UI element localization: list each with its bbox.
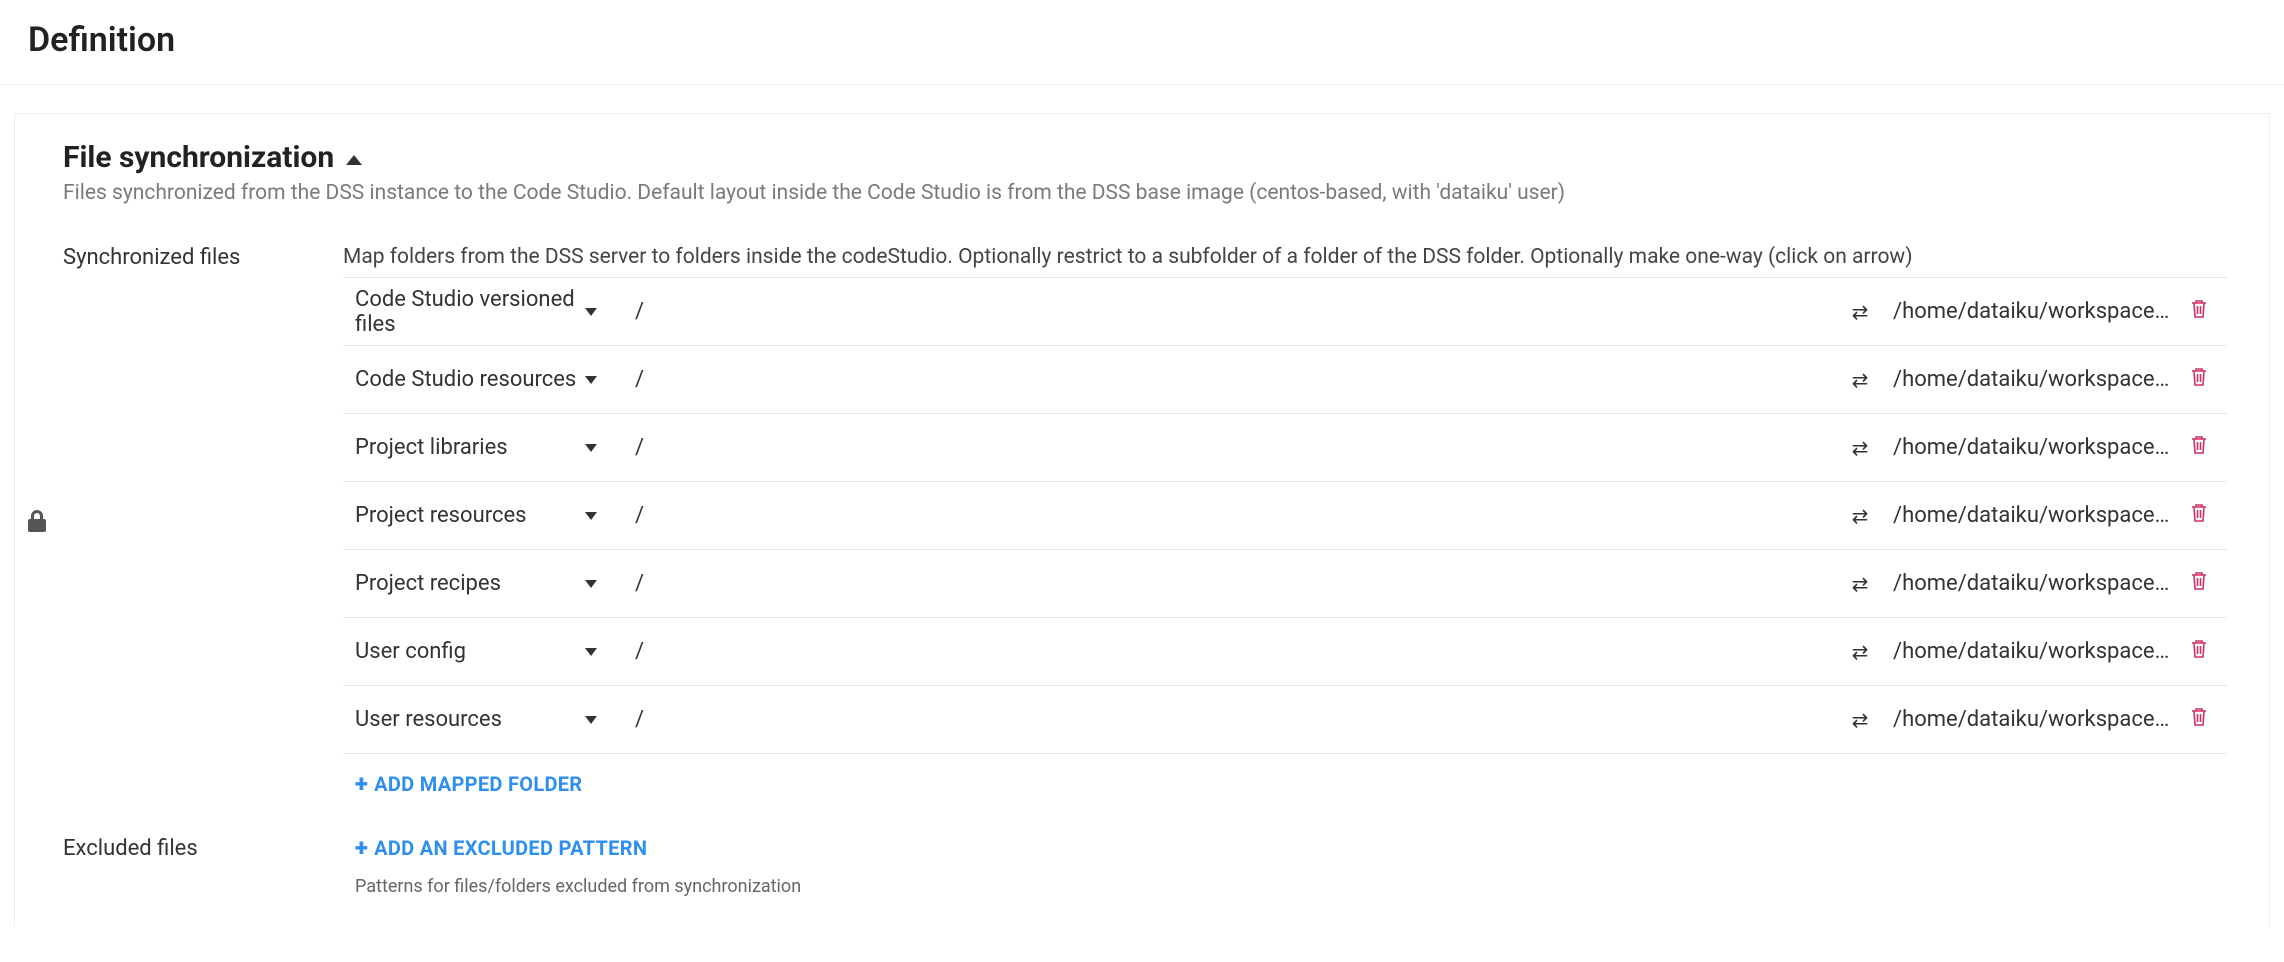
swap-arrows-icon: ⇄ [1852, 300, 1869, 324]
sync-files-helper: Map folders from the DSS server to folde… [343, 245, 2227, 269]
mapped-folder-row: Code Studio resources ⇄ [343, 346, 2227, 414]
source-folder-label: User resources [355, 707, 502, 732]
sync-direction-toggle[interactable]: ⇄ [1835, 436, 1885, 460]
source-folder-select[interactable]: Code Studio versioned files [355, 287, 625, 337]
add-excluded-pattern-button[interactable]: + ADD AN EXCLUDED PATTERN [343, 836, 659, 866]
source-folder-label: Project recipes [355, 571, 501, 596]
caret-down-icon [585, 376, 597, 384]
source-folder-label: Project libraries [355, 435, 508, 460]
source-folder-select[interactable]: Code Studio resources [355, 367, 625, 392]
plus-icon: + [355, 772, 368, 796]
destination-path-input[interactable] [1885, 497, 2179, 534]
caret-down-icon [585, 716, 597, 724]
delete-row-button[interactable] [2179, 707, 2219, 733]
subpath-input[interactable] [625, 497, 1835, 534]
page-header: Definition [0, 0, 2284, 85]
sync-direction-toggle[interactable]: ⇄ [1835, 640, 1885, 664]
synchronized-files-block: Synchronized files Map folders from the … [63, 245, 2227, 802]
destination-path-input[interactable] [1885, 361, 2179, 398]
destination-path-input[interactable] [1885, 429, 2179, 466]
chevron-up-icon [346, 155, 362, 165]
excluded-files-block: Excluded files + ADD AN EXCLUDED PATTERN… [63, 836, 2227, 897]
source-folder-label: Code Studio versioned files [355, 287, 585, 337]
trash-icon [2190, 640, 2208, 665]
destination-path-input[interactable] [1885, 565, 2179, 602]
mapped-folder-row: Code Studio versioned files ⇄ [343, 278, 2227, 346]
caret-down-icon [585, 580, 597, 588]
add-mapped-folder-label: ADD MAPPED FOLDER [374, 772, 582, 796]
caret-down-icon [585, 308, 597, 316]
mapped-folder-row: Project resources ⇄ [343, 482, 2227, 550]
mapped-folder-row: User resources ⇄ [343, 686, 2227, 754]
subpath-input[interactable] [625, 293, 1835, 330]
caret-down-icon [585, 512, 597, 520]
swap-arrows-icon: ⇄ [1852, 436, 1869, 460]
delete-row-button[interactable] [2179, 571, 2219, 597]
mapped-folder-row: Project recipes ⇄ [343, 550, 2227, 618]
mapped-folder-row: Project libraries ⇄ [343, 414, 2227, 482]
caret-down-icon [585, 648, 597, 656]
definition-panel: File synchronization Files synchronized … [14, 113, 2270, 927]
excluded-files-helper: Patterns for files/folders excluded from… [343, 876, 2227, 897]
source-folder-select[interactable]: Project recipes [355, 571, 625, 596]
trash-icon [2190, 504, 2208, 529]
sync-direction-toggle[interactable]: ⇄ [1835, 300, 1885, 324]
swap-arrows-icon: ⇄ [1852, 708, 1869, 732]
source-folder-select[interactable]: Project resources [355, 503, 625, 528]
sync-direction-toggle[interactable]: ⇄ [1835, 504, 1885, 528]
source-folder-select[interactable]: User resources [355, 707, 625, 732]
trash-icon [2190, 300, 2208, 325]
trash-icon [2190, 708, 2208, 733]
subpath-input[interactable] [625, 633, 1835, 670]
source-folder-select[interactable]: Project libraries [355, 435, 625, 460]
section-title: File synchronization [63, 140, 334, 175]
trash-icon [2190, 368, 2208, 393]
subpath-input[interactable] [625, 361, 1835, 398]
delete-row-button[interactable] [2179, 435, 2219, 461]
destination-path-input[interactable] [1885, 293, 2179, 330]
source-folder-label: Project resources [355, 503, 527, 528]
sync-direction-toggle[interactable]: ⇄ [1835, 368, 1885, 392]
excluded-files-label: Excluded files [63, 836, 343, 897]
sync-files-label: Synchronized files [63, 245, 343, 802]
add-excluded-pattern-label: ADD AN EXCLUDED PATTERN [374, 836, 647, 860]
lock-icon [27, 509, 47, 539]
destination-path-input[interactable] [1885, 633, 2179, 670]
plus-icon: + [355, 836, 368, 860]
subpath-input[interactable] [625, 701, 1835, 738]
delete-row-button[interactable] [2179, 367, 2219, 393]
swap-arrows-icon: ⇄ [1852, 572, 1869, 596]
delete-row-button[interactable] [2179, 639, 2219, 665]
swap-arrows-icon: ⇄ [1852, 640, 1869, 664]
page-title: Definition [28, 20, 2256, 60]
mapped-folder-list: Code Studio versioned files ⇄ Code Studi… [343, 277, 2227, 754]
swap-arrows-icon: ⇄ [1852, 504, 1869, 528]
source-folder-label: Code Studio resources [355, 367, 576, 392]
destination-path-input[interactable] [1885, 701, 2179, 738]
caret-down-icon [585, 444, 597, 452]
delete-row-button[interactable] [2179, 299, 2219, 325]
source-folder-select[interactable]: User config [355, 639, 625, 664]
swap-arrows-icon: ⇄ [1852, 368, 1869, 392]
source-folder-label: User config [355, 639, 466, 664]
section-description: Files synchronized from the DSS instance… [63, 181, 2227, 205]
trash-icon [2190, 572, 2208, 597]
section-header[interactable]: File synchronization [63, 140, 2227, 175]
sync-direction-toggle[interactable]: ⇄ [1835, 572, 1885, 596]
subpath-input[interactable] [625, 565, 1835, 602]
sync-direction-toggle[interactable]: ⇄ [1835, 708, 1885, 732]
mapped-folder-row: User config ⇄ [343, 618, 2227, 686]
subpath-input[interactable] [625, 429, 1835, 466]
delete-row-button[interactable] [2179, 503, 2219, 529]
add-mapped-folder-button[interactable]: + ADD MAPPED FOLDER [343, 754, 594, 802]
trash-icon [2190, 436, 2208, 461]
